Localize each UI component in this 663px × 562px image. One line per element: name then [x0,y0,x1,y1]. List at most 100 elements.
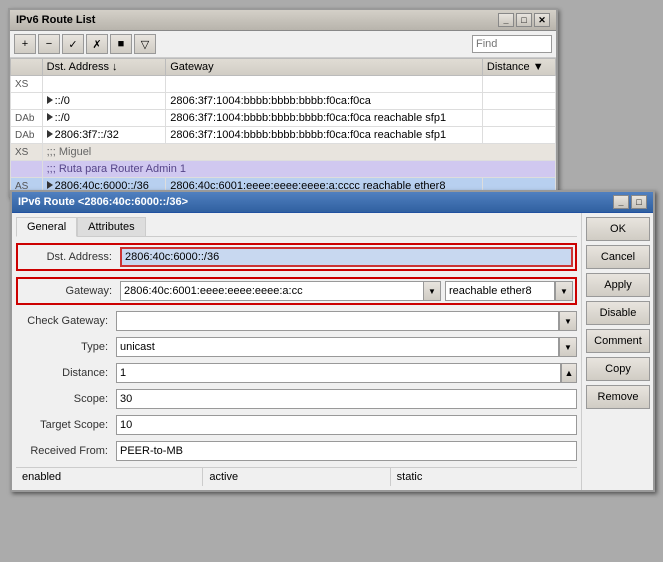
received-from-input[interactable] [116,441,577,461]
list-maximize-button[interactable]: □ [516,13,532,27]
received-from-field [116,441,577,461]
row-dst: ::/0 [42,93,166,110]
check-button[interactable]: ✓ [62,34,84,54]
target-scope-group: Target Scope: [16,415,577,435]
row-flag [11,161,43,178]
distance-scroll-field: ▲ [116,363,577,383]
row-flag [11,93,43,110]
gateway-suffix-arrow[interactable]: ▼ [555,281,573,301]
target-scope-label: Target Scope: [16,419,116,431]
edit-title: IPv6 Route <2806:40c:6000::/36> [18,196,188,208]
row-flag: DAb [11,127,43,144]
type-label: Type: [16,341,116,353]
list-minimize-button[interactable]: _ [498,13,514,27]
row-gateway: 2806:3f7:1004:bbbb:bbbb:bbbb:f0ca:f0ca r… [166,110,483,127]
type-input[interactable] [116,337,559,357]
check-gateway-field: ▼ [116,311,577,331]
list-window-controls: _ □ ✕ [498,13,550,27]
gateway-field: ▼ ▼ [120,281,573,301]
col-dst[interactable]: Dst. Address ↓ [42,59,166,76]
status-active: active [203,468,390,486]
list-title-bar: IPv6 Route List _ □ ✕ [10,10,556,31]
filter-button[interactable]: ▽ [134,34,156,54]
cancel-button[interactable]: ✗ [86,34,108,54]
edit-window-controls: _ □ [613,195,647,209]
col-gateway[interactable]: Gateway [166,59,483,76]
edit-maximize-button[interactable]: □ [631,195,647,209]
row-distance [482,127,555,144]
copy-button[interactable]: Copy [586,357,650,381]
comment-button[interactable]: Comment [586,329,650,353]
scope-field [116,389,577,409]
route-table: Dst. Address ↓ Gateway Distance ▼ XS ::/… [10,58,556,195]
gateway-dropdown-arrow[interactable]: ▼ [423,281,441,301]
dst-address-input[interactable] [120,247,573,267]
row-admin-label: ;;; Ruta para Router Admin 1 [42,161,555,178]
table-row-group[interactable]: XS ;;; Miguel [11,144,556,161]
tab-general[interactable]: General [16,217,77,237]
edit-tabs: General Attributes [16,217,577,237]
col-distance[interactable]: Distance ▼ [482,59,555,76]
row-flag: DAb [11,110,43,127]
received-from-group: Received From: [16,441,577,461]
edit-content: General Attributes Dst. Address: Gateway… [12,213,653,490]
distance-input[interactable] [116,363,561,383]
route-table-container: Dst. Address ↓ Gateway Distance ▼ XS ::/… [10,58,556,195]
target-scope-input[interactable] [116,415,577,435]
dst-address-label: Dst. Address: [20,251,120,263]
row-dst [42,76,166,93]
status-enabled: enabled [16,468,203,486]
edit-minimize-button[interactable]: _ [613,195,629,209]
ipv6-route-edit-window: IPv6 Route <2806:40c:6000::/36> _ □ Gene… [10,190,655,492]
gateway-combo: ▼ [120,281,441,301]
gateway-suffix-input[interactable] [445,281,555,301]
row-gateway: 2806:3f7:1004:bbbb:bbbb:bbbb:f0ca:f0ca [166,93,483,110]
scope-input[interactable] [116,389,577,409]
ok-button[interactable]: OK [586,217,650,241]
table-row[interactable]: DAb ::/0 2806:3f7:1004:bbbb:bbbb:bbbb:f0… [11,110,556,127]
distance-group: Distance: ▲ [16,363,577,383]
remove-button[interactable]: − [38,34,60,54]
find-input[interactable] [472,35,552,53]
row-dst: ::/0 [42,110,166,127]
add-button[interactable]: + [14,34,36,54]
row-distance [482,76,555,93]
distance-label: Distance: [16,367,116,379]
check-gateway-input[interactable] [116,311,559,331]
distance-field: ▲ [116,363,577,383]
gateway-suffix-combo: ▼ [445,281,573,301]
disable-button[interactable]: Disable [586,301,650,325]
apply-button[interactable]: Apply [586,273,650,297]
edit-form: General Attributes Dst. Address: Gateway… [12,213,581,490]
list-toolbar: + − ✓ ✗ ■ ▽ [10,31,556,58]
type-field: ▼ [116,337,577,357]
row-gateway [166,76,483,93]
edit-title-bar: IPv6 Route <2806:40c:6000::/36> _ □ [12,192,653,213]
highlight-button[interactable]: ■ [110,34,132,54]
remove-button[interactable]: Remove [586,385,650,409]
table-row[interactable]: DAb 2806:3f7::/32 2806:3f7:1004:bbbb:bbb… [11,127,556,144]
list-close-button[interactable]: ✕ [534,13,550,27]
check-gateway-arrow[interactable]: ▼ [559,311,577,331]
tab-attributes[interactable]: Attributes [77,217,145,236]
col-flag [11,59,43,76]
row-gateway: 2806:3f7:1004:bbbb:bbbb:bbbb:f0ca:f0ca r… [166,127,483,144]
cancel-button[interactable]: Cancel [586,245,650,269]
row-flag: XS [11,144,43,161]
row-distance [482,110,555,127]
gateway-input[interactable] [120,281,423,301]
status-static: static [391,468,577,486]
type-arrow[interactable]: ▼ [559,337,577,357]
type-group: Type: ▼ [16,337,577,357]
row-dst: 2806:3f7::/32 [42,127,166,144]
gateway-label: Gateway: [20,285,120,297]
table-row-admin[interactable]: ;;; Ruta para Router Admin 1 [11,161,556,178]
row-distance [482,93,555,110]
distance-scroll-btn[interactable]: ▲ [561,363,577,383]
table-row[interactable]: XS [11,76,556,93]
row-flag: XS [11,76,43,93]
list-title: IPv6 Route List [16,14,95,26]
table-row[interactable]: ::/0 2806:3f7:1004:bbbb:bbbb:bbbb:f0ca:f… [11,93,556,110]
dst-address-field [120,247,573,267]
scope-group: Scope: [16,389,577,409]
